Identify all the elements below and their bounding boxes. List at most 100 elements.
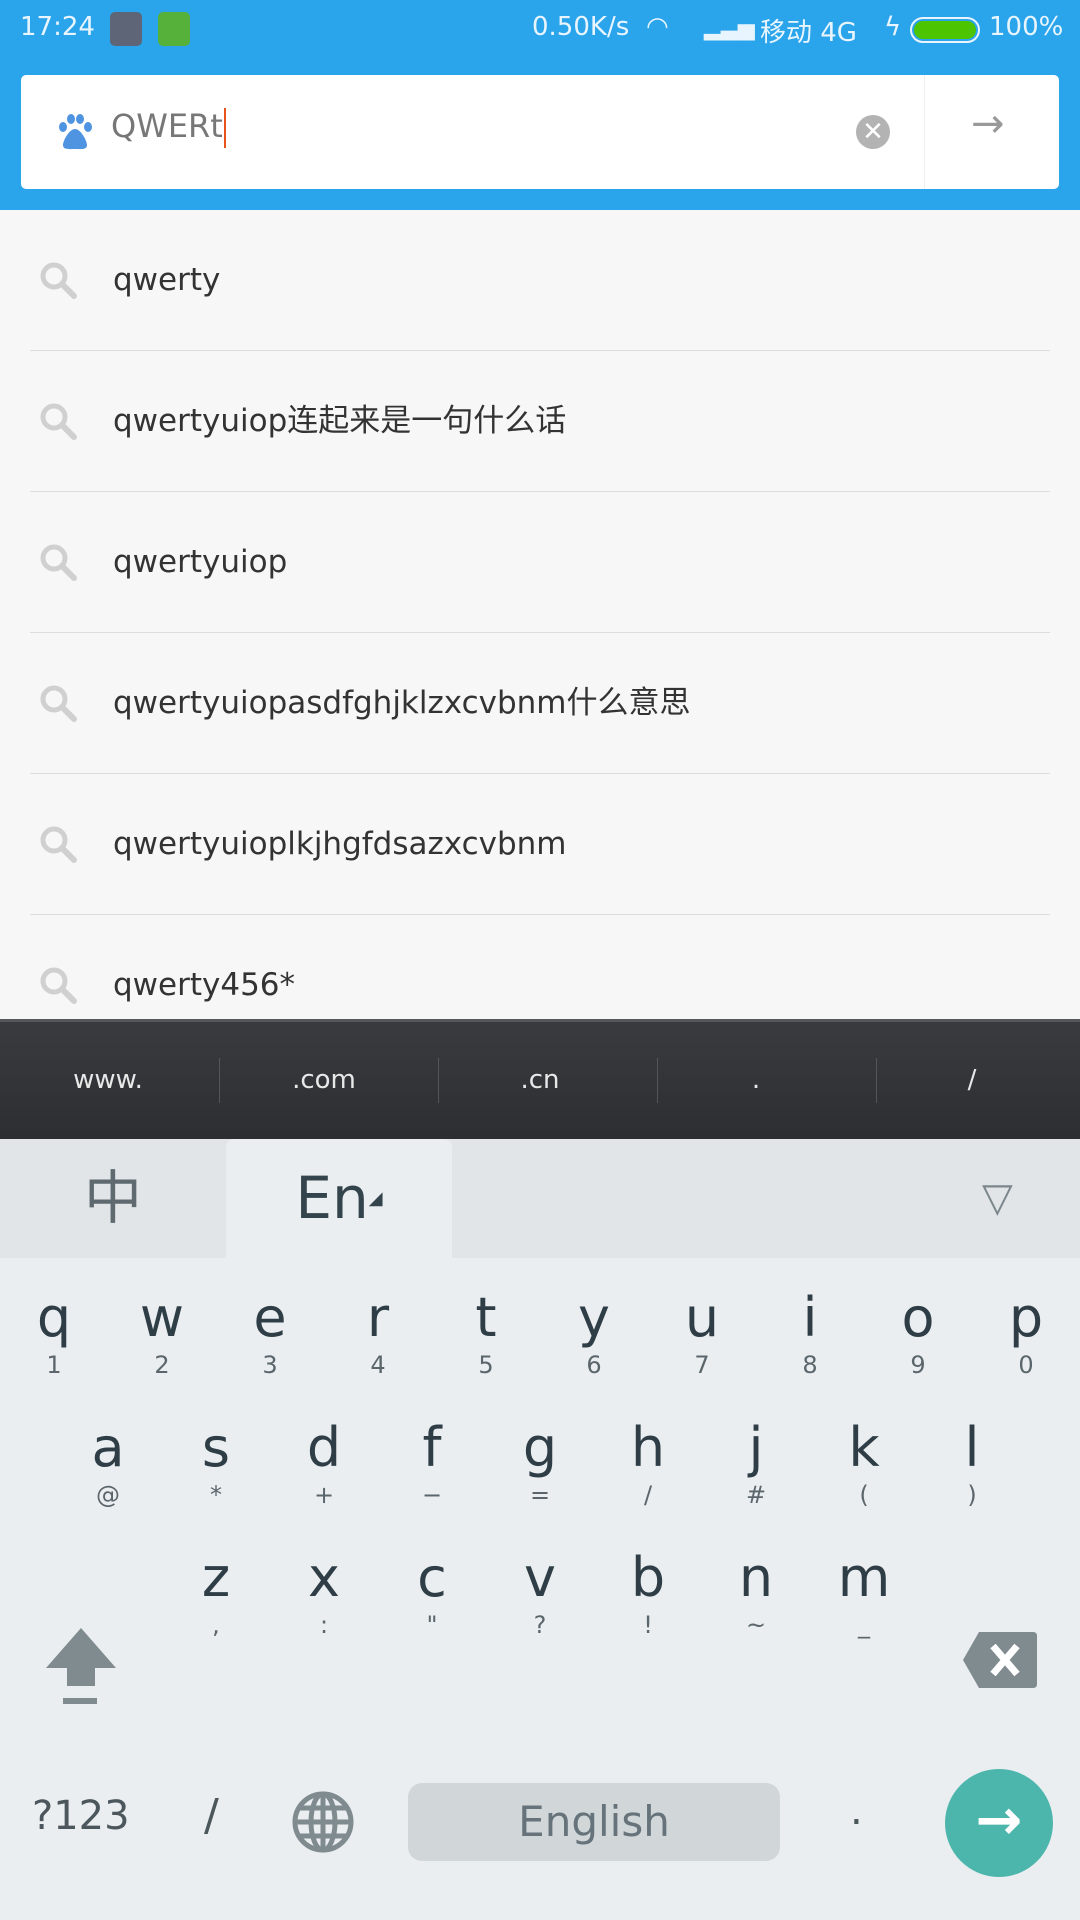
- key-main-char: z: [201, 1546, 231, 1609]
- key-x[interactable]: x:: [270, 1548, 378, 1640]
- suggestion-item[interactable]: qwertyuiop: [0, 492, 1080, 633]
- key-a[interactable]: a @: [54, 1418, 162, 1510]
- search-icon: [40, 967, 77, 1004]
- suggestion-item[interactable]: qwertyuiopasdfghjklzxcvbnm什么意思: [0, 633, 1080, 774]
- key-secondary-char: 7: [694, 1351, 710, 1379]
- key-secondary-char: 0: [1018, 1351, 1034, 1379]
- key-main-char: u: [684, 1286, 720, 1349]
- key-main-char: b: [630, 1546, 666, 1609]
- shortcut-bar: www. .com .cn. /: [0, 1019, 1080, 1139]
- suggestion-item[interactable]: qwerty: [0, 210, 1080, 351]
- search-box[interactable]: QWERt ✕ →: [21, 75, 1059, 189]
- space-key[interactable]: English: [408, 1783, 780, 1861]
- key-secondary-char: ): [967, 1481, 977, 1509]
- key-main-char: e: [253, 1286, 287, 1349]
- key-main-char: m: [837, 1546, 891, 1609]
- search-icon: [40, 403, 77, 440]
- backspace-icon: [963, 1632, 1037, 1688]
- go-arrow-icon[interactable]: →: [971, 101, 1005, 147]
- key-k[interactable]: k(: [810, 1418, 918, 1510]
- key-s[interactable]: s *: [162, 1418, 270, 1510]
- globe-icon[interactable]: [292, 1791, 354, 1853]
- backspace-key[interactable]: [963, 1632, 1037, 1692]
- key-secondary-char: ~: [745, 1611, 767, 1639]
- tab-english-label: En: [295, 1164, 369, 1232]
- shortcut-key[interactable]: www.: [0, 1022, 216, 1139]
- key-main-char: n: [738, 1546, 774, 1609]
- key-q[interactable]: q1: [0, 1288, 108, 1380]
- key-i[interactable]: i8: [756, 1288, 864, 1380]
- key-secondary-char: ": [426, 1611, 438, 1639]
- suggestion-item[interactable]: qwertyuiop连起来是一句什么话: [0, 351, 1080, 492]
- shortcut-key[interactable]: .cn: [432, 1022, 648, 1139]
- collapse-triangle-icon[interactable]: ▽: [982, 1175, 1013, 1221]
- shortcut-key[interactable]: .com: [216, 1022, 432, 1139]
- key-z[interactable]: z,: [162, 1548, 270, 1640]
- tab-chinese[interactable]: 中: [0, 1139, 226, 1258]
- period-key[interactable]: .: [850, 1788, 863, 1834]
- key-l[interactable]: l): [918, 1418, 1026, 1510]
- key-secondary-char: !: [643, 1611, 653, 1639]
- shortcut-key[interactable]: /: [864, 1022, 1080, 1139]
- key-f[interactable]: f −: [378, 1418, 486, 1510]
- search-icon: [40, 262, 77, 299]
- symbols-key[interactable]: ?123: [32, 1793, 130, 1839]
- key-r[interactable]: r4: [324, 1288, 432, 1380]
- key-v[interactable]: v?: [486, 1548, 594, 1640]
- clear-icon[interactable]: ✕: [856, 115, 890, 149]
- key-main-char: c: [417, 1546, 447, 1609]
- key-main-char: q: [36, 1286, 72, 1349]
- key-secondary-char: 9: [910, 1351, 926, 1379]
- key-secondary-char: :: [319, 1611, 329, 1639]
- key-m[interactable]: m _: [810, 1548, 918, 1640]
- key-e[interactable]: e3: [216, 1288, 324, 1380]
- suggestion-text: qwerty: [113, 262, 221, 298]
- key-main-char: g: [522, 1416, 558, 1479]
- key-g[interactable]: g =: [486, 1418, 594, 1510]
- key-secondary-char: 4: [370, 1351, 386, 1379]
- key-o[interactable]: o9: [864, 1288, 972, 1380]
- key-t[interactable]: t5: [432, 1288, 540, 1380]
- key-main-char: s: [201, 1416, 231, 1479]
- key-j[interactable]: j #: [702, 1418, 810, 1510]
- arrow-right-icon: →: [975, 1788, 1023, 1853]
- search-input[interactable]: QWERt: [111, 107, 226, 148]
- key-secondary-char: /: [643, 1481, 653, 1509]
- key-n[interactable]: n ~: [702, 1548, 810, 1640]
- shift-icon: [46, 1628, 116, 1704]
- key-main-char: o: [901, 1286, 935, 1349]
- clock: 17:24: [20, 12, 95, 42]
- signal-icon: ▂▃▅: [704, 16, 755, 41]
- shift-key[interactable]: [44, 1628, 118, 1712]
- key-main-char: t: [475, 1286, 497, 1349]
- key-main-char: w: [139, 1286, 185, 1349]
- battery-icon: [910, 17, 980, 43]
- key-secondary-char: #: [745, 1481, 767, 1509]
- key-main-char: r: [366, 1286, 390, 1349]
- suggestion-text: qwertyuioplkjhgfdsazxcvbnm: [113, 826, 567, 862]
- tab-english[interactable]: En◢: [226, 1139, 452, 1260]
- key-b[interactable]: b!: [594, 1548, 702, 1640]
- key-p[interactable]: p0: [972, 1288, 1080, 1380]
- enter-key[interactable]: →: [945, 1769, 1053, 1877]
- corner-triangle-icon: ◢: [368, 1188, 383, 1209]
- key-main-char: f: [422, 1416, 442, 1479]
- key-secondary-char: +: [313, 1481, 335, 1509]
- key-w[interactable]: w2: [108, 1288, 216, 1380]
- key-c[interactable]: c ": [378, 1548, 486, 1640]
- key-h[interactable]: h /: [594, 1418, 702, 1510]
- slash-key[interactable]: /: [204, 1790, 219, 1841]
- search-input-value: QWERt: [111, 107, 223, 145]
- key-d[interactable]: d +: [270, 1418, 378, 1510]
- keyboard-tab-bar: 中 En◢ ▽: [0, 1139, 1080, 1260]
- key-secondary-char: @: [96, 1481, 120, 1509]
- key-secondary-char: 3: [262, 1351, 278, 1379]
- key-u[interactable]: u7: [648, 1288, 756, 1380]
- key-secondary-char: 2: [154, 1351, 170, 1379]
- search-icon: [40, 685, 77, 722]
- key-main-char: v: [524, 1546, 556, 1609]
- net-speed: 0.50K/s: [532, 12, 630, 42]
- shortcut-key[interactable]: .: [648, 1022, 864, 1139]
- key-y[interactable]: y6: [540, 1288, 648, 1380]
- suggestion-item[interactable]: qwertyuioplkjhgfdsazxcvbnm: [0, 774, 1080, 915]
